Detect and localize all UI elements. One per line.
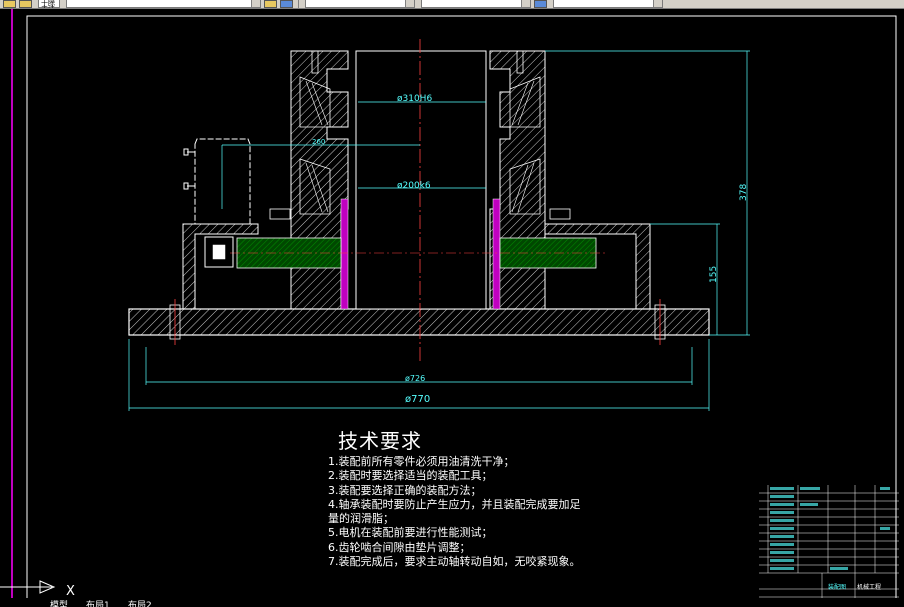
color-icon[interactable]	[534, 0, 547, 8]
pinion-key	[212, 244, 226, 260]
motor-body	[194, 138, 251, 225]
tech-item: 量的润滑脂；	[328, 512, 394, 526]
tech-item: 3.装配要选择正确的装配方法；	[328, 483, 482, 497]
dim-height-base: 155	[709, 265, 719, 283]
motor-terminals	[183, 148, 195, 190]
tech-item: 7.装配完成后，要求主动轴转动自如，无咬紧现象。	[328, 555, 581, 569]
layer-state-icon[interactable]	[280, 0, 293, 8]
title-block-drawing-name: 装配图	[828, 584, 847, 591]
ucs-x-label: X	[66, 584, 75, 599]
tab-layout2[interactable]: 布局2	[128, 598, 152, 607]
folder-icon[interactable]	[3, 0, 16, 8]
layer-combo[interactable]	[305, 0, 415, 8]
text-style-combo[interactable]	[66, 0, 261, 8]
tech-item: 2.装配时要选择适当的装配工具；	[328, 469, 493, 483]
drawing-canvas[interactable]: ø310H6 ø200k6 260 378 155 ø726 ø770 技术要求…	[0, 9, 904, 607]
chevron-down-icon	[521, 0, 530, 7]
inner-shaft	[355, 50, 487, 310]
right-sleeve	[492, 198, 501, 310]
dim-base-inner: ø726	[405, 374, 426, 383]
tab-model[interactable]: 模型	[50, 598, 68, 607]
chevron-down-icon	[251, 0, 260, 7]
tech-requirements-list: 1.装配前所有零件必须用油清洗干净； 2.装配时要选择适当的装配工具； 3.装配…	[328, 455, 628, 569]
lineweight-combo[interactable]	[553, 0, 663, 8]
title-block-cells	[770, 487, 890, 570]
toolbar-separator	[298, 0, 299, 8]
dim-height-total: 378	[739, 183, 749, 201]
layer-manager-icon[interactable]	[264, 0, 277, 8]
tech-item: 4.轴承装配时要防止产生应力，并且装配完成要加足	[328, 497, 581, 511]
linetype-combo[interactable]	[421, 0, 531, 8]
dim-base-outer: ø770	[405, 394, 431, 405]
left-housing	[290, 50, 349, 310]
left-sleeve	[340, 198, 349, 310]
snap-icon[interactable]	[19, 0, 32, 8]
tech-item: 6.齿轮啮合间隙由垫片调整；	[328, 540, 471, 554]
style-combo-value: 十除主法	[41, 0, 55, 9]
tab-layout1[interactable]: 布局1	[86, 598, 110, 607]
title-block-school: 机械工程	[857, 584, 882, 591]
style-combo[interactable]: 十除主法	[38, 0, 60, 8]
base-plate	[128, 308, 710, 336]
tech-requirements-title: 技术要求	[338, 429, 422, 453]
tech-item: 5.电机在装配前要进行性能测试；	[328, 526, 493, 540]
dim-bore-upper: ø310H6	[397, 94, 433, 104]
chevron-down-icon	[405, 0, 414, 7]
dim-bore-lower: ø200k6	[397, 181, 431, 191]
tech-item: 1.装配前所有零件必须用油清洗干净；	[328, 455, 515, 468]
dim-offset: 260	[312, 138, 326, 146]
chevron-down-icon	[653, 0, 662, 7]
top-toolbar: 十除主法	[0, 0, 904, 9]
